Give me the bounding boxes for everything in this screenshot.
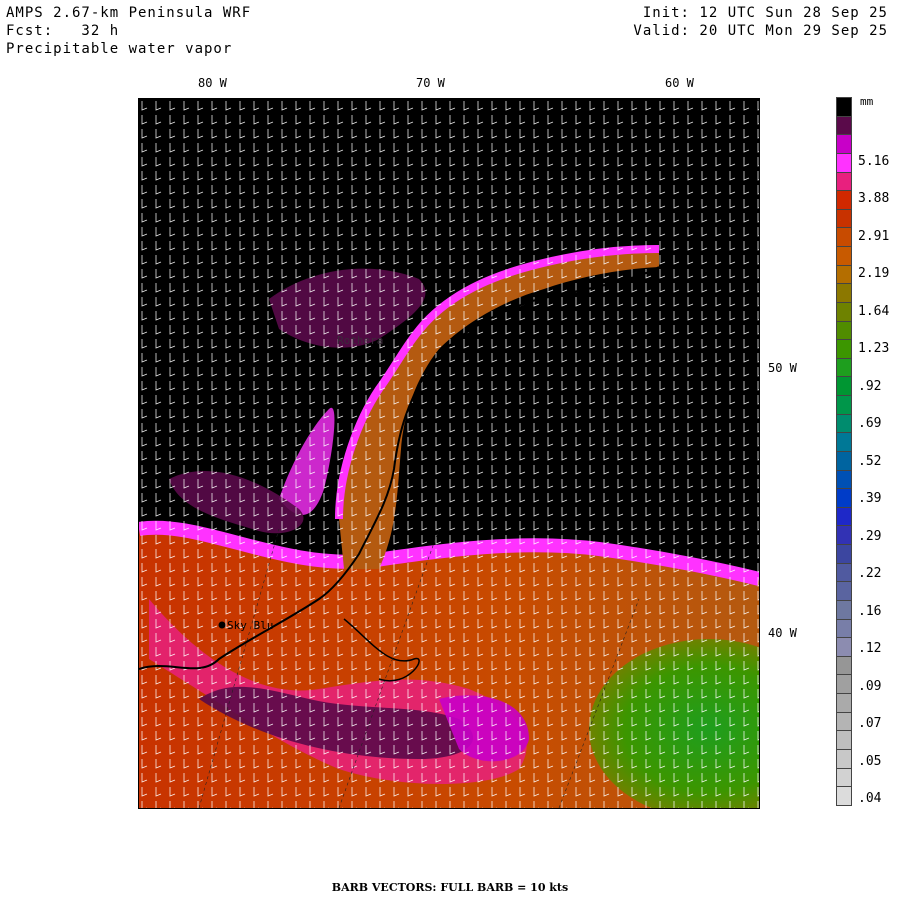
field-name: Precipitable water vapor [6,41,233,57]
header-right: Init: 12 UTC Sun 28 Sep 25 Valid: 20 UTC … [633,4,888,40]
lon-label-50w: 50 W [768,361,797,375]
colorbar-swatch [836,172,852,192]
init-time: Init: 12 UTC Sun 28 Sep 25 [642,5,888,21]
colorbar-swatch [836,451,852,471]
colorbar-swatch [836,433,852,452]
colorbar-swatch [836,302,852,322]
colorbar-swatch [836,209,852,229]
header-left: AMPS 2.67-km Peninsula WRF Fcst: 32 h Prec… [6,4,251,58]
colorbar-swatch [836,749,852,769]
lon-label-60w: 60 W [665,76,694,90]
colorbar-label: 1.64 [858,303,890,319]
map-panel[interactable]: Sky Blu Rothera [138,98,760,809]
colorbar-swatch [836,712,852,732]
colorbar-swatch [836,582,852,601]
colorbar-swatch [836,284,852,303]
forecast-hour: Fcst: 32 h [6,23,120,39]
colorbar-label: .05 [858,753,882,769]
colorbar-swatch [836,191,852,210]
sky-blu-label: Sky Blu [227,619,273,632]
colorbar-swatch [836,563,852,583]
wind-barbs [139,99,759,808]
valid-time: Valid: 20 UTC Mon 29 Sep 25 [633,23,888,39]
colorbar-label: 3.88 [858,191,890,207]
precipitable-water-map: Sky Blu Rothera [139,99,759,808]
colorbar [836,97,852,806]
colorbar-swatch [836,116,852,136]
colorbar-label: .09 [858,678,882,694]
colorbar-swatch [836,694,852,713]
lon-label-80w: 80 W [198,76,227,90]
lon-label-70w: 70 W [416,76,445,90]
colorbar-swatch [836,470,852,490]
colorbar-swatch [836,135,852,154]
colorbar-swatch [836,396,852,415]
barb-legend: BARB VECTORS: FULL BARB = 10 kts [331,881,569,894]
colorbar-label: .92 [858,378,882,394]
colorbar-swatch [836,414,852,434]
colorbar-swatch [836,526,852,545]
lon-label-40w: 40 W [768,626,797,640]
colorbar-label: .07 [858,716,882,732]
colorbar-unit: mm [860,95,874,108]
colorbar-label: .22 [858,566,882,582]
colorbar-swatch [836,265,852,285]
colorbar-label: .69 [858,416,882,432]
colorbar-swatch [836,97,852,117]
colorbar-label: .12 [858,641,882,657]
colorbar-label: .52 [858,453,882,469]
colorbar-label: .39 [858,491,882,507]
colorbar-swatch [836,247,852,266]
colorbar-swatch [836,787,852,806]
colorbar-swatch [836,358,852,378]
colorbar-swatch [836,638,852,657]
colorbar-swatch [836,600,852,620]
colorbar-swatch [836,545,852,564]
colorbar-label: 2.19 [858,266,890,282]
model-title: AMPS 2.67-km Peninsula WRF [6,5,252,21]
colorbar-swatch [836,377,852,396]
colorbar-label: .04 [858,791,882,806]
colorbar-swatch [836,731,852,750]
colorbar-swatch [836,619,852,639]
colorbar-swatch [836,656,852,676]
colorbar-swatch [836,321,852,341]
colorbar-swatch [836,228,852,247]
colorbar-swatch [836,340,852,359]
colorbar-swatch [836,507,852,527]
rothera-label: Rothera [337,334,383,347]
colorbar-label: .29 [858,528,882,544]
colorbar-swatch [836,768,852,788]
colorbar-swatch [836,675,852,694]
colorbar-label: 5.16 [858,154,890,169]
colorbar-swatch [836,489,852,508]
sky-blu-station-marker[interactable] [218,621,226,629]
colorbar-label: 1.23 [858,341,890,357]
colorbar-swatch [836,153,852,173]
colorbar-label: .16 [858,603,882,619]
colorbar-label: 2.91 [858,228,890,244]
